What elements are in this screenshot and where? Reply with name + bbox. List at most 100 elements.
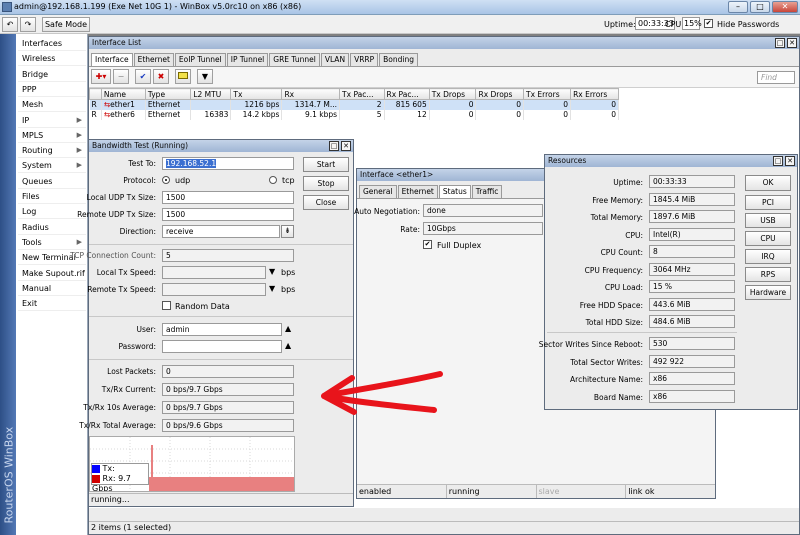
user-collapse-icon[interactable]: ▲ [285, 324, 291, 333]
cpu-value: 15% [682, 17, 702, 30]
iface-tab-vlan[interactable]: VLAN [320, 53, 350, 66]
close-window-icon[interactable]: ✕ [785, 156, 795, 166]
sidebar-item-ip[interactable]: IP ▶ [18, 113, 86, 128]
local-tx-speed-dropdown-icon[interactable]: ▼ [269, 267, 275, 276]
iface-tab-ethernet[interactable]: Ethernet [133, 53, 174, 66]
column-header[interactable]: Rx [281, 88, 341, 100]
column-header[interactable]: Tx Pac... [339, 88, 385, 100]
pci-button[interactable]: PCI [745, 195, 791, 210]
interface-list-tabs: Interface Ethernet EoIP Tunnel IP Tunnel GRE… [91, 53, 419, 66]
sidebar-item-files[interactable]: Files [18, 189, 86, 204]
filter-icon[interactable]: ▼ [197, 69, 213, 84]
sidebar-item-exit[interactable]: Exit [18, 296, 86, 312]
ether1-tab-ethernet[interactable]: Ethernet [397, 185, 438, 198]
remote-udp-size-input[interactable]: 1500 [162, 208, 294, 221]
find-input[interactable]: Find [757, 71, 795, 84]
column-header[interactable]: Tx Errors [523, 88, 572, 100]
column-header[interactable]: Name [100, 88, 146, 100]
column-header[interactable]: Tx Drops [428, 88, 477, 100]
direction-dropdown-icon[interactable]: ⇟ [281, 225, 294, 238]
cell-txp: 2 [339, 99, 385, 110]
restore-icon[interactable]: □ [775, 38, 785, 48]
sidebar-item-make-supout-rif[interactable]: Make Supout.rif [18, 266, 86, 281]
flag-column-header[interactable] [89, 88, 102, 100]
cell-l2mtu: 16383 [190, 109, 232, 120]
sidebar-item-tools[interactable]: Tools ▶ [18, 235, 86, 250]
column-header[interactable]: Rx Pac... [383, 88, 430, 100]
maximize-button[interactable]: □ [750, 1, 770, 13]
column-header[interactable]: Rx Errors [570, 88, 619, 100]
redo-button[interactable]: ↷ [20, 17, 36, 32]
column-header[interactable]: Rx Drops [475, 88, 525, 100]
iface-tab-eoip-tunnel[interactable]: EoIP Tunnel [174, 53, 226, 66]
column-header[interactable]: Tx [230, 88, 283, 100]
sidebar-item-interfaces[interactable]: Interfaces [18, 36, 86, 51]
ether1-tab-status[interactable]: Status [438, 185, 471, 198]
sidebar-item-radius[interactable]: Radius [18, 220, 86, 235]
disable-icon[interactable]: ✖ [153, 69, 169, 84]
protocol-tcp-label: tcp [282, 176, 295, 185]
sidebar-item-wireless[interactable]: Wireless [18, 51, 86, 67]
column-header[interactable]: Type [144, 88, 192, 100]
stop-button[interactable]: Stop [303, 176, 349, 191]
safe-mode-button[interactable]: Safe Mode [42, 17, 90, 32]
direction-select[interactable]: receive [162, 225, 280, 238]
tcp-connection-count-input[interactable]: 5 [162, 249, 294, 262]
close-button[interactable]: Close [303, 195, 349, 210]
password-collapse-icon[interactable]: ▲ [285, 341, 291, 350]
usb-button[interactable]: USB [745, 213, 791, 228]
remote-tx-speed-dropdown-icon[interactable]: ▼ [269, 284, 275, 293]
close-window-icon[interactable]: ✕ [341, 141, 351, 151]
iface-tab-interface[interactable]: Interface [91, 53, 133, 66]
local-udp-size-input[interactable]: 1500 [162, 191, 294, 204]
close-button[interactable]: ✕ [772, 1, 798, 13]
close-window-icon[interactable]: ✕ [787, 38, 797, 48]
sidebar-item-queues[interactable]: Queues [18, 174, 86, 189]
iface-tab-ip-tunnel[interactable]: IP Tunnel [226, 53, 269, 66]
hide-passwords-checkbox[interactable]: ✔ [704, 19, 713, 28]
protocol-udp-radio[interactable] [162, 175, 170, 184]
rps-button[interactable]: RPS [745, 267, 791, 282]
iface-tab-gre-tunnel[interactable]: GRE Tunnel [269, 53, 320, 66]
cpu-button[interactable]: CPU [745, 231, 791, 246]
cell-name: ⇆ether6 [101, 109, 146, 120]
remove-icon[interactable]: − [113, 69, 129, 84]
legend-tx-label: Tx: [102, 464, 115, 473]
sidebar-item-mpls[interactable]: MPLS ▶ [18, 128, 86, 143]
full-duplex-checkbox[interactable]: ✔ [423, 240, 432, 249]
protocol-tcp-radio[interactable] [269, 175, 277, 184]
sidebar-item-manual[interactable]: Manual [18, 281, 86, 296]
sidebar-item-bridge[interactable]: Bridge [18, 67, 86, 82]
minimize-button[interactable]: – [728, 1, 748, 13]
resource-label: Total Memory: [590, 213, 643, 222]
sidebar-item-mesh[interactable]: Mesh [18, 97, 86, 113]
hardware-button[interactable]: Hardware [745, 285, 791, 300]
sidebar-item-log[interactable]: Log [18, 204, 86, 220]
comment-icon[interactable] [175, 69, 191, 84]
start-button[interactable]: Start [303, 157, 349, 172]
local-tx-speed-input[interactable] [162, 266, 266, 279]
test-to-input[interactable]: 192.168.52.1 [162, 157, 294, 170]
undo-button[interactable]: ↶ [2, 17, 18, 32]
iface-tab-vrrp[interactable]: VRRP [350, 53, 379, 66]
table-row[interactable]: R ⇆ether1 Ethernet 1216 bps 1314.7 M... 2 815 … [89, 99, 619, 110]
ether1-tab-general[interactable]: General [359, 185, 397, 198]
sidebar-item-routing[interactable]: Routing ▶ [18, 143, 86, 159]
random-data-checkbox[interactable] [162, 301, 171, 310]
remote-tx-speed-input[interactable] [162, 283, 266, 296]
restore-icon[interactable]: □ [773, 156, 783, 166]
password-input[interactable] [162, 340, 282, 353]
add-icon[interactable]: ✚▾ [91, 69, 111, 84]
ok-button[interactable]: OK [745, 175, 791, 191]
sidebar-item-system[interactable]: System ▶ [18, 158, 86, 174]
cell-name: ⇆ether1 [101, 99, 146, 110]
ether1-tab-traffic[interactable]: Traffic [471, 185, 503, 198]
restore-icon[interactable]: □ [329, 141, 339, 151]
user-input[interactable]: admin [162, 323, 282, 336]
column-header[interactable]: L2 MTU [190, 88, 232, 100]
sidebar-item-ppp[interactable]: PPP [18, 82, 86, 97]
irq-button[interactable]: IRQ [745, 249, 791, 264]
table-row[interactable]: R ⇆ether6 Ethernet 16383 14.2 kbps 9.1 kbps 5 1… [89, 109, 619, 120]
enable-icon[interactable]: ✔ [135, 69, 151, 84]
iface-tab-bonding[interactable]: Bonding [379, 53, 418, 66]
